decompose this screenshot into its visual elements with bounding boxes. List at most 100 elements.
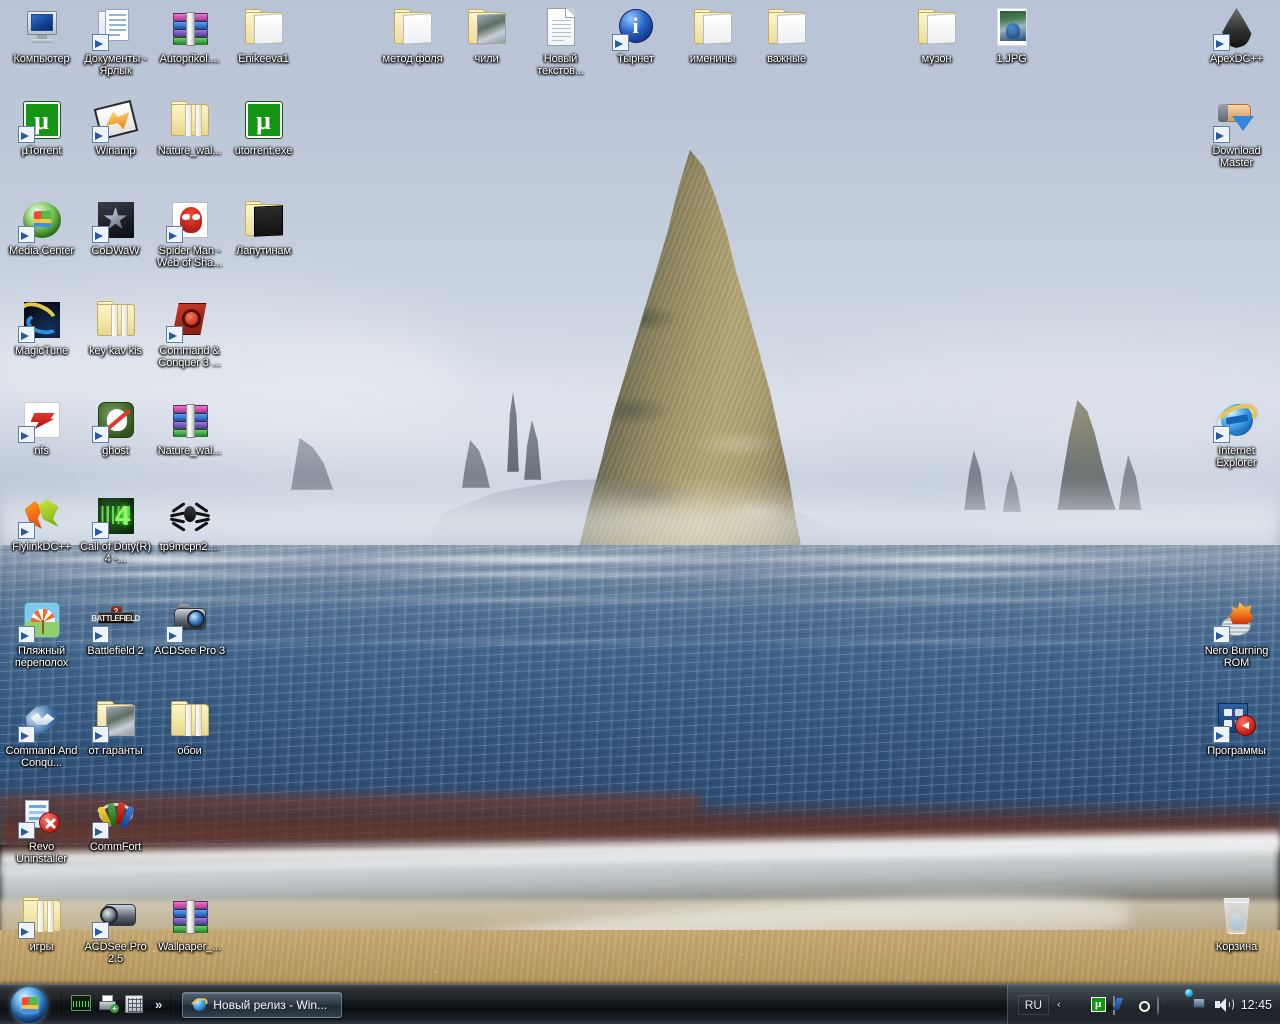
desktop-icon[interactable]: 4 Call of Duty(R) 4 -... xyxy=(78,492,153,565)
desktop-icon[interactable]: FlylinkDC++ xyxy=(4,492,79,554)
task-button-area[interactable]: Новый релиз - Win... xyxy=(176,991,1006,1018)
commfort-icon xyxy=(91,792,140,840)
desktop-icon-label: обои xyxy=(177,745,202,757)
desktop-icon[interactable]: Nature_wal... xyxy=(152,396,227,458)
desktop-icon[interactable]: игры xyxy=(4,892,79,954)
revo-icon xyxy=(17,792,66,840)
desktop-icon[interactable]: Пляжный переполох xyxy=(4,596,79,669)
desktop-icon[interactable]: CoDWaW xyxy=(78,196,153,258)
computer-icon xyxy=(18,4,66,52)
desktop-icon-label: Программы xyxy=(1207,745,1266,757)
folder-icon xyxy=(389,4,437,52)
folder-icon xyxy=(689,4,737,52)
cnc-kane-icon xyxy=(17,696,66,744)
desktop-icon[interactable]: Компьютер xyxy=(4,4,79,66)
desktop-icon-label: Новый текстов... xyxy=(537,53,584,77)
desktop-icon-label: Компьютер xyxy=(13,53,70,65)
desktop-icon[interactable]: Download Master xyxy=(1199,96,1274,169)
windows-flag-icon xyxy=(21,996,38,1013)
desktop-icon[interactable]: Enikeeva1 xyxy=(226,4,301,66)
desktop-icon[interactable]: ghost xyxy=(78,396,153,458)
quick-launch-bar[interactable]: + » xyxy=(67,994,165,1015)
desktop-icon[interactable]: Command And Conqu... xyxy=(4,696,79,769)
start-button[interactable] xyxy=(2,986,56,1024)
desktop-icon-label: Пляжный переполох xyxy=(14,645,69,669)
desktop-icon[interactable]: Winamp xyxy=(78,96,153,158)
desktop-icon-label: key kav kis xyxy=(89,345,142,357)
desktop-icon[interactable]: Spider Man - Web of Sha... xyxy=(152,196,227,269)
desktop-icon[interactable]: µ µTorrent xyxy=(4,96,79,158)
quick-launch-overflow-chevron-icon[interactable]: » xyxy=(152,997,165,1012)
desktop-icon-label: Revo Uninstaller xyxy=(16,841,67,865)
desktop-icon[interactable]: Новый текстов... xyxy=(523,4,598,77)
desktop-icon-label: метод фоля xyxy=(382,53,443,65)
task-button-internet-explorer[interactable]: Новый релиз - Win... xyxy=(182,991,343,1018)
desktop-icon[interactable]: музон xyxy=(899,4,974,66)
desktop-icon-label: Call of Duty(R) 4 -... xyxy=(80,541,151,565)
drweb-icon xyxy=(166,492,214,540)
desktop-icon[interactable]: Command & Conquer 3 ... xyxy=(152,296,227,369)
desktop-icon[interactable]: 1.JPG xyxy=(974,4,1049,66)
desktop-icon[interactable]: именины xyxy=(675,4,750,66)
utorrent-tray-icon[interactable]: µ xyxy=(1090,996,1107,1013)
desktop-icon[interactable]: tp9mcpn2.... xyxy=(152,492,227,554)
folder-closed-icon xyxy=(166,696,214,744)
desktop-icon[interactable]: важные xyxy=(749,4,824,66)
green-circle-tray-icon[interactable] xyxy=(1135,997,1151,1013)
desktop-icon[interactable]: MagicTune xyxy=(4,296,79,358)
desktop-icon[interactable]: Корзина xyxy=(1199,892,1274,954)
desktop-icon[interactable]: обои xyxy=(152,696,227,758)
desktop-icon[interactable]: Wallpaper_... xyxy=(152,892,227,954)
desktop-icon[interactable]: Лапутинам xyxy=(226,196,301,258)
folder-icon xyxy=(913,4,961,52)
performance-monitor-icon[interactable] xyxy=(71,994,91,1015)
desktop-icon[interactable]: чили xyxy=(449,4,524,66)
flylink-icon xyxy=(17,492,66,540)
calculator-icon[interactable] xyxy=(125,994,145,1015)
desktop-icon[interactable]: Nature_wal... xyxy=(152,96,227,158)
desktop-icon[interactable]: метод фоля xyxy=(375,4,450,66)
desktop-icon[interactable]: i Тырнет xyxy=(598,4,673,66)
desktop-icon[interactable]: nfs xyxy=(4,396,79,458)
apex-icon xyxy=(1212,4,1261,52)
clock-tray-icon[interactable] xyxy=(1156,995,1173,1015)
desktop-icon[interactable]: key kav kis xyxy=(78,296,153,358)
desktop-icon[interactable]: Internet Explorer xyxy=(1199,396,1274,469)
language-indicator[interactable]: RU xyxy=(1017,994,1050,1015)
desktop-icon[interactable]: CommFort xyxy=(78,792,153,854)
add-printer-icon[interactable]: + xyxy=(98,994,119,1015)
desktop-icon-label: ACDSee Pro 2.5 xyxy=(84,941,147,965)
desktop-icon-label: важные xyxy=(767,53,806,65)
desktop-icon[interactable]: 2BATTLEFIELDBattlefield 2 xyxy=(78,596,153,658)
desktop[interactable]: Компьютер Документы - Ярлык Autoprikol....… xyxy=(0,0,1280,1024)
desktop-icon-label: ghost xyxy=(102,445,129,457)
folder-open-icon xyxy=(240,4,288,52)
desktop-icon[interactable]: µ utorrent.exe xyxy=(226,96,301,158)
folder-closed-icon xyxy=(166,96,214,144)
mouse-tray-icon[interactable] xyxy=(1112,995,1129,1015)
desktop-icon[interactable]: от гаранты xyxy=(78,696,153,758)
desktop-icon[interactable]: ACDSee Pro 2.5 xyxy=(78,892,153,965)
taskbar-clock[interactable]: 12:45 xyxy=(1237,998,1272,1012)
desktop-icon[interactable]: ACDSee Pro 3 xyxy=(152,596,227,658)
cod4-icon: 4 xyxy=(91,492,140,540)
desktop-icon[interactable]: ApexDC++ xyxy=(1199,4,1274,66)
desktop-icon[interactable]: Nero Burning ROM xyxy=(1199,596,1274,669)
desktop-icon[interactable]: Программы xyxy=(1199,696,1274,758)
doc-icon xyxy=(91,4,140,52)
windows-orb-icon xyxy=(11,986,47,1023)
taskbar[interactable]: + » Новый релиз - Win... RU ‹ µ 12:45 xyxy=(0,984,1280,1024)
network-tray-icon[interactable] xyxy=(1184,988,1209,1013)
apexdc-tray-icon[interactable] xyxy=(1069,997,1085,1013)
desktop-icon-label: чили xyxy=(474,53,499,65)
system-tray[interactable]: RU ‹ µ 12:45 xyxy=(1006,984,1280,1024)
desktop-icon[interactable]: Revo Uninstaller xyxy=(4,792,79,865)
folder-photo-icon xyxy=(91,696,140,744)
volume-tray-icon[interactable] xyxy=(1214,997,1234,1013)
cnc3-icon xyxy=(165,296,214,344)
desktop-icon[interactable]: Документы - Ярлык xyxy=(78,4,153,77)
desktop-icon[interactable]: Media Center xyxy=(4,196,79,258)
desktop-icon[interactable]: Autoprikol.... xyxy=(152,4,227,66)
show-hidden-icons-chevron-icon[interactable]: ‹ xyxy=(1055,999,1063,1011)
desktop-icon-label: Корзина xyxy=(1215,941,1258,953)
